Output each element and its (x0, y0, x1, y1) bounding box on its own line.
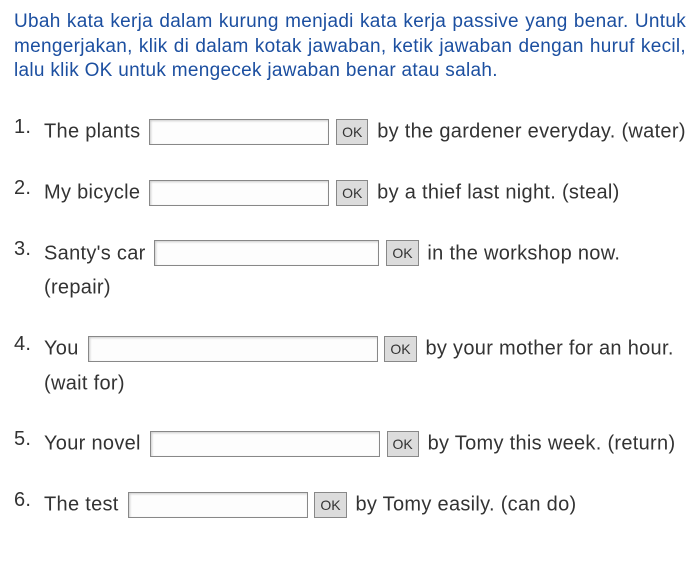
verb-hint: (water) (621, 121, 685, 143)
answer-input[interactable] (150, 431, 380, 457)
ok-button[interactable]: OK (314, 492, 346, 518)
answer-input[interactable] (128, 492, 308, 518)
answer-input[interactable] (149, 180, 329, 206)
answer-input[interactable] (154, 240, 379, 266)
question-list: 1. The plants OK by the gardener everyda… (14, 114, 686, 522)
sentence-before: You (44, 338, 79, 360)
question-content: The plants OK by the gardener everyday. … (44, 114, 686, 149)
sentence-after: in the workshop now. (427, 242, 620, 264)
question-content: Your novel OK by Tomy this week. (return… (44, 426, 686, 461)
ok-button[interactable]: OK (384, 336, 416, 362)
ok-button[interactable]: OK (387, 431, 419, 457)
question-number: 5. (14, 426, 44, 451)
question-number: 1. (14, 114, 44, 139)
sentence-after: by your mother for an hour. (425, 338, 673, 360)
ok-button[interactable]: OK (336, 119, 368, 145)
verb-hint: (repair) (44, 277, 111, 299)
sentence-after: by Tomy this week. (428, 433, 602, 455)
question-number: 4. (14, 331, 44, 356)
question-item: 5. Your novel OK by Tomy this week. (ret… (14, 426, 686, 461)
sentence-after: by Tomy easily. (355, 494, 494, 516)
sentence-after: by the gardener everyday. (377, 121, 615, 143)
question-number: 2. (14, 175, 44, 200)
question-item: 1. The plants OK by the gardener everyda… (14, 114, 686, 149)
verb-hint: (steal) (562, 182, 620, 204)
ok-button[interactable]: OK (386, 240, 418, 266)
question-content: Santy's car OK in the workshop now. (rep… (44, 236, 686, 305)
question-number: 3. (14, 236, 44, 261)
question-content: You OK by your mother for an hour. (wait… (44, 331, 686, 400)
sentence-before: The test (44, 494, 119, 516)
question-content: My bicycle OK by a thief last night. (st… (44, 175, 686, 210)
sentence-after: by a thief last night. (377, 182, 556, 204)
sentence-before: Your novel (44, 433, 141, 455)
sentence-before: Santy's car (44, 242, 146, 264)
question-item: 6. The test OK by Tomy easily. (can do) (14, 487, 686, 522)
verb-hint: (can do) (501, 494, 577, 516)
question-number: 6. (14, 487, 44, 512)
question-item: 2. My bicycle OK by a thief last night. … (14, 175, 686, 210)
answer-input[interactable] (149, 119, 329, 145)
instructions-text: Ubah kata kerja dalam kurung menjadi kat… (14, 10, 686, 84)
question-item: 3. Santy's car OK in the workshop now. (… (14, 236, 686, 305)
verb-hint: (wait for) (44, 372, 125, 394)
ok-button[interactable]: OK (336, 180, 368, 206)
answer-input[interactable] (88, 336, 378, 362)
question-content: The test OK by Tomy easily. (can do) (44, 487, 686, 522)
sentence-before: My bicycle (44, 182, 140, 204)
sentence-before: The plants (44, 121, 140, 143)
verb-hint: (return) (607, 433, 675, 455)
question-item: 4. You OK by your mother for an hour. (w… (14, 331, 686, 400)
